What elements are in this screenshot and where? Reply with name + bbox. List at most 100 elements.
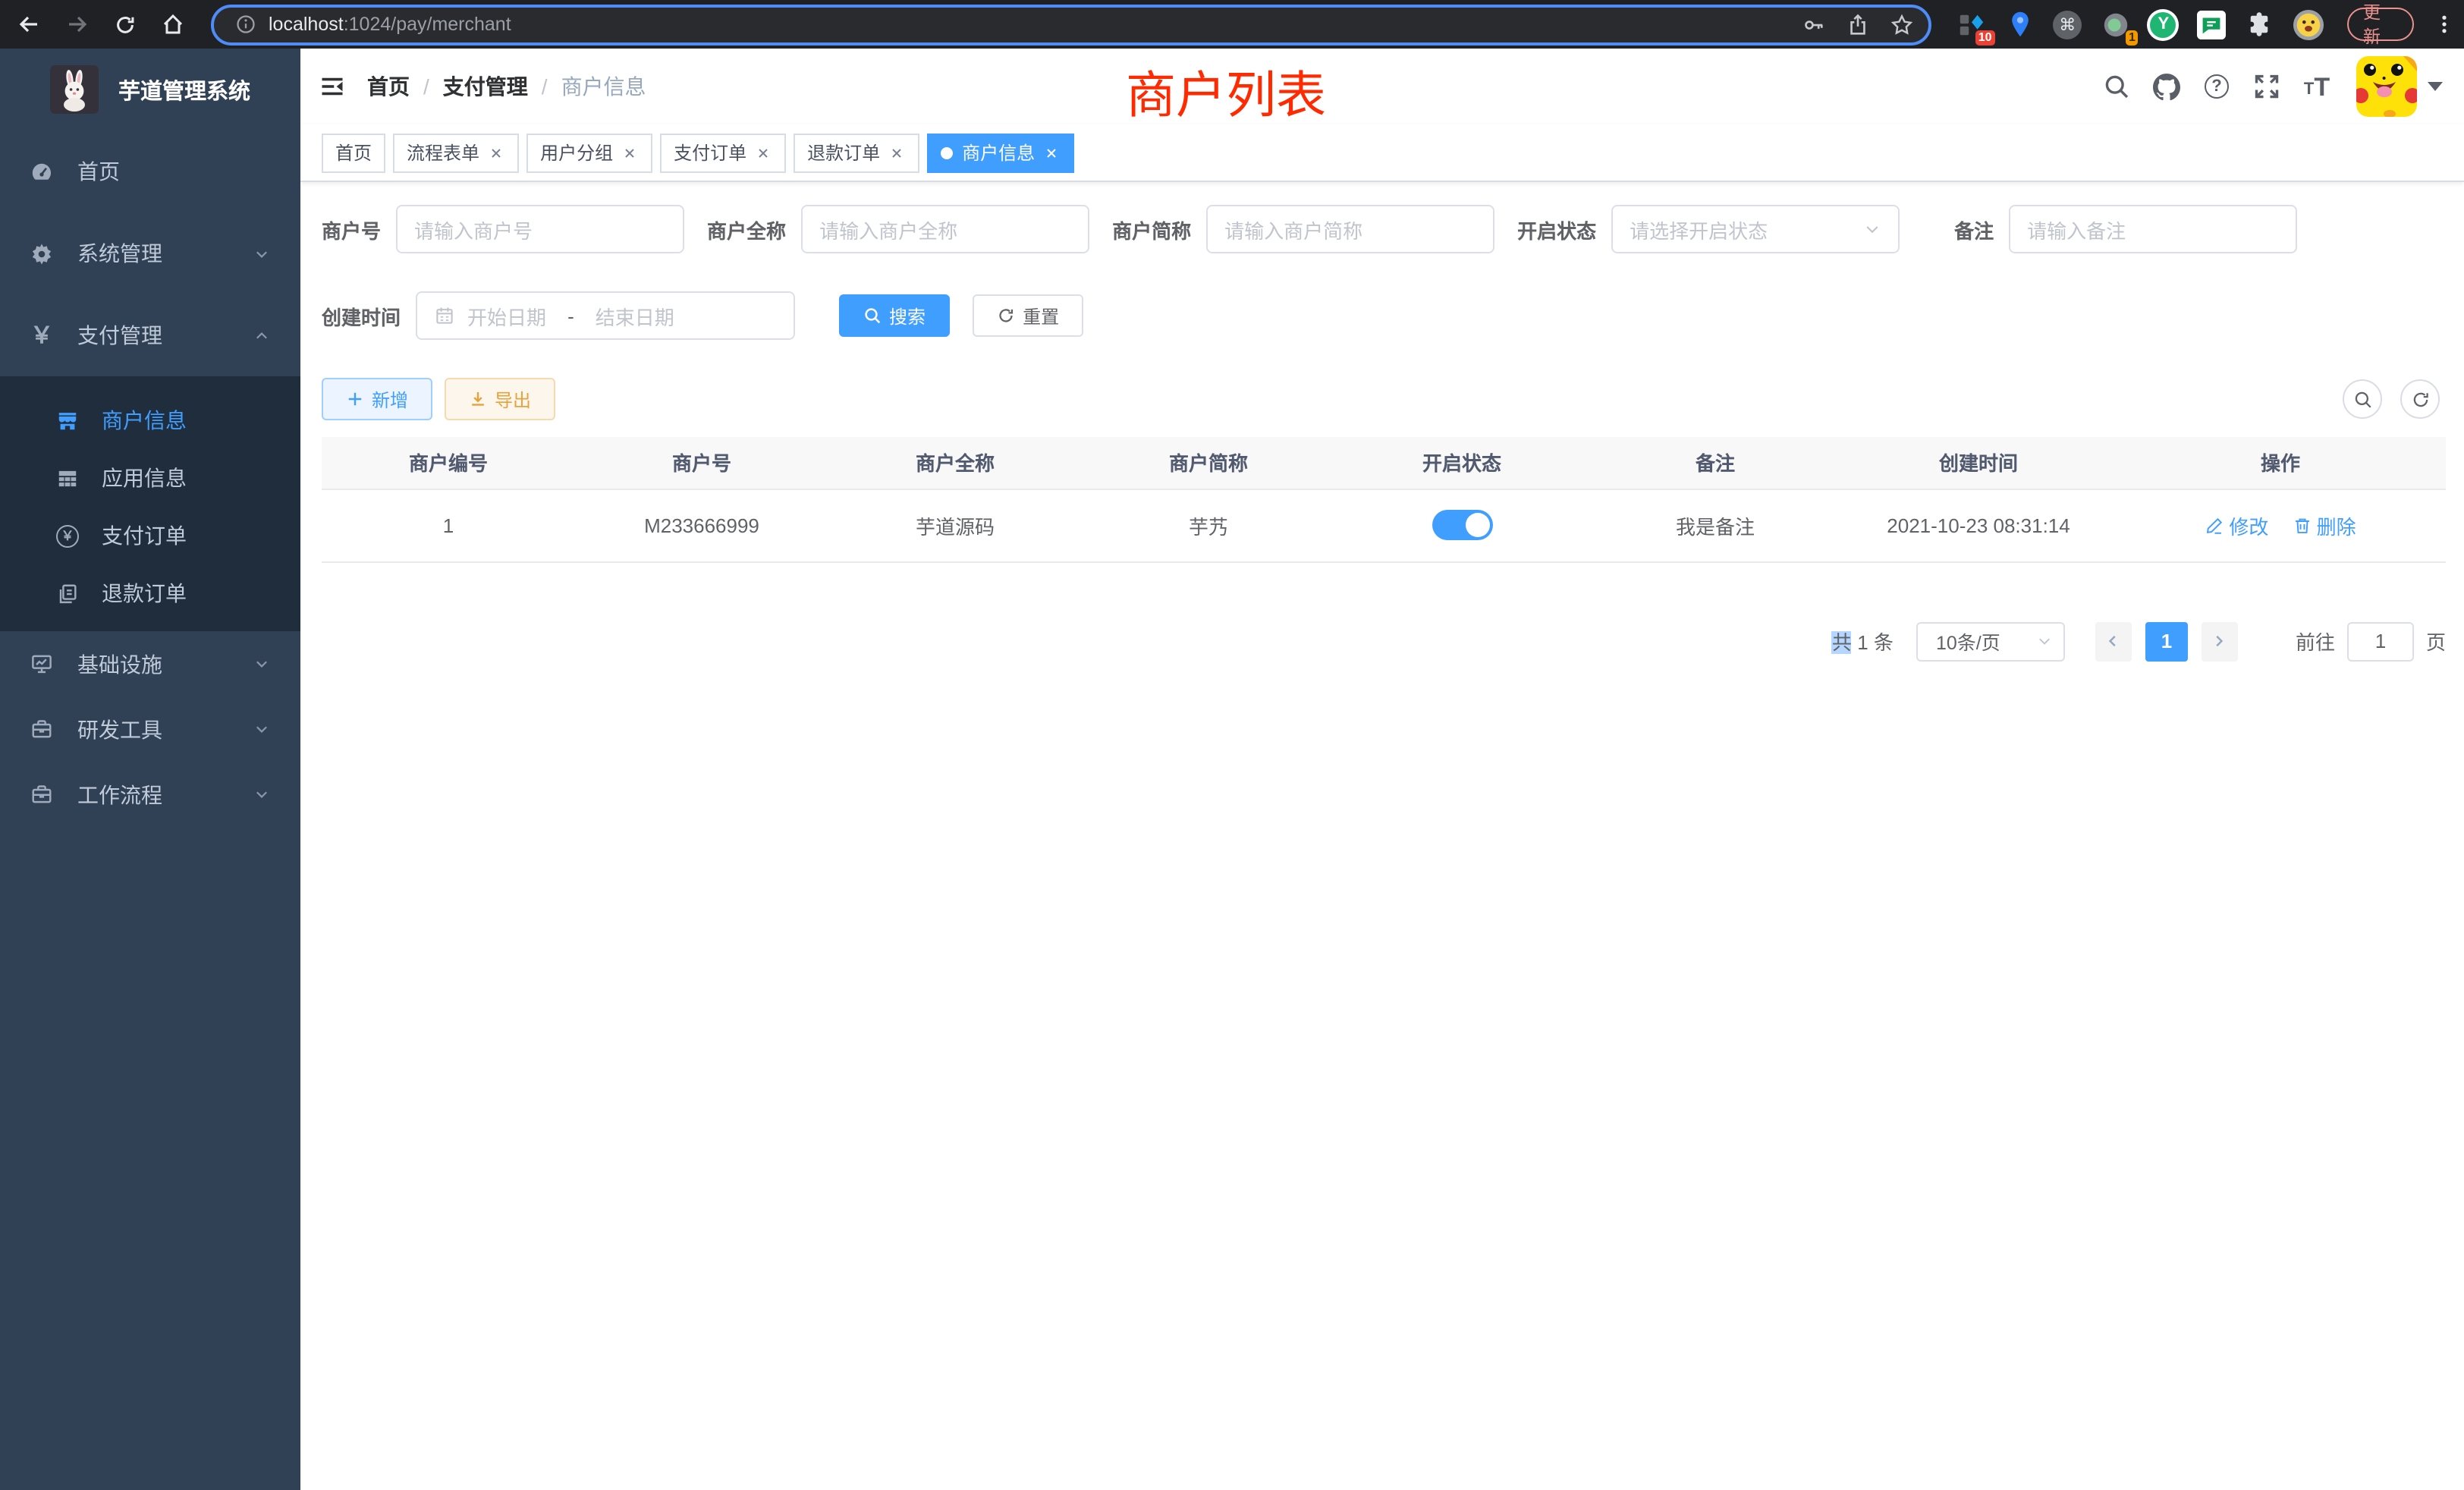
- navbar-actions: ? TT: [2103, 56, 2443, 117]
- export-button[interactable]: 导出: [445, 378, 555, 420]
- cell-actions: 修改 删除: [2115, 489, 2446, 561]
- col-merchant-id: 商户编号: [322, 437, 575, 489]
- tab-refund-order[interactable]: 退款订单: [794, 133, 919, 172]
- browser-back-button[interactable]: [9, 5, 49, 44]
- sidebar-item-infrastructure[interactable]: 基础设施: [0, 631, 300, 696]
- extension-tabs-icon[interactable]: 10: [1956, 8, 1987, 40]
- search-icon[interactable]: [2103, 73, 2130, 100]
- browser-forward-button[interactable]: [58, 5, 97, 44]
- create-time-label: 创建时间: [322, 301, 401, 330]
- sidebar-fold-icon[interactable]: [319, 73, 346, 100]
- browser-home-button[interactable]: [154, 5, 193, 44]
- browser-reload-button[interactable]: [105, 5, 145, 44]
- status-select[interactable]: 请选择开启状态: [1611, 205, 1900, 253]
- sidebar-logo[interactable]: 芋道管理系统: [0, 49, 300, 114]
- share-icon[interactable]: [1846, 13, 1869, 36]
- next-page-button[interactable]: [2202, 621, 2238, 661]
- table-row: 1 M233666999 芋道源码 芋艿 我是备注 2021-10-23 08:…: [322, 489, 2446, 561]
- extension-pin-icon[interactable]: [2004, 8, 2035, 40]
- extension-y-icon[interactable]: Y: [2148, 8, 2180, 40]
- tab-merchant-info[interactable]: 商户信息: [927, 133, 1074, 172]
- extension-recorder-icon[interactable]: 1: [2100, 8, 2131, 40]
- url-bar[interactable]: localhost:1024/pay/merchant: [211, 4, 1931, 45]
- browser-extensions-puzzle-icon[interactable]: [2244, 8, 2275, 40]
- sidebar-item-home[interactable]: 首页: [0, 130, 300, 212]
- forward-icon: [64, 12, 89, 36]
- sidebar-item-app-info[interactable]: 应用信息: [0, 449, 300, 507]
- tab-process-form[interactable]: 流程表单: [393, 133, 519, 172]
- edit-link[interactable]: 修改: [2205, 511, 2268, 539]
- close-icon[interactable]: [487, 143, 505, 162]
- sidebar-item-system[interactable]: 系统管理: [0, 212, 300, 294]
- search-button[interactable]: 搜索: [839, 294, 950, 337]
- tab-user-group[interactable]: 用户分组: [526, 133, 652, 172]
- col-actions: 操作: [2115, 437, 2446, 489]
- sidebar-item-label: 首页: [77, 156, 120, 187]
- breadcrumb-payment[interactable]: 支付管理: [443, 71, 528, 102]
- browser-profile-avatar[interactable]: [2292, 8, 2324, 40]
- full-name-input[interactable]: 请输入商户全称: [801, 205, 1089, 253]
- page-body: 商户号 请输入商户号 商户全称 请输入商户全称 商户简称 请输入商户简称 开启状…: [300, 182, 2464, 661]
- pagination-total: 共 1 条: [1832, 627, 1894, 655]
- sidebar-item-label: 工作流程: [77, 779, 162, 809]
- extension-badge: 1: [2126, 30, 2139, 45]
- cell-merchant-no: M233666999: [575, 489, 828, 561]
- remark-input[interactable]: 请输入备注: [2009, 205, 2297, 253]
- toggle-search-button[interactable]: [2343, 379, 2382, 419]
- bookmark-star-icon[interactable]: [1890, 13, 1913, 36]
- delete-link[interactable]: 删除: [2293, 511, 2356, 539]
- sidebar-item-workflow[interactable]: 工作流程: [0, 762, 300, 827]
- refresh-table-button[interactable]: [2400, 379, 2440, 419]
- sidebar-item-payment[interactable]: ￥ 支付管理: [0, 294, 300, 376]
- goto-page-input[interactable]: 1: [2347, 621, 2414, 661]
- create-time-range-picker[interactable]: 开始日期 - 结束日期: [416, 291, 795, 340]
- document-copy-icon: [56, 582, 79, 605]
- extension-chat-icon[interactable]: [2196, 8, 2227, 40]
- shop-icon: [56, 409, 79, 432]
- prev-page-button[interactable]: [2095, 621, 2132, 661]
- reset-button[interactable]: 重置: [973, 294, 1083, 337]
- sidebar-item-refund-order[interactable]: 退款订单: [0, 564, 300, 622]
- chevron-down-icon: [1863, 220, 1881, 238]
- short-name-input[interactable]: 请输入商户简称: [1206, 205, 1494, 253]
- close-icon[interactable]: [621, 143, 639, 162]
- close-icon[interactable]: [1042, 143, 1061, 162]
- user-avatar-menu[interactable]: [2356, 56, 2443, 117]
- cell-short-name: 芋艿: [1082, 489, 1335, 561]
- col-create-time: 创建时间: [1842, 437, 2115, 489]
- sidebar-item-merchant-info[interactable]: 商户信息: [0, 391, 300, 449]
- breadcrumb-home[interactable]: 首页: [367, 71, 410, 102]
- fullscreen-icon[interactable]: [2253, 73, 2280, 100]
- help-icon[interactable]: ?: [2203, 73, 2230, 100]
- sidebar-item-dev-tools[interactable]: 研发工具: [0, 696, 300, 762]
- merchant-no-label: 商户号: [322, 215, 381, 244]
- page-number-current[interactable]: 1: [2145, 621, 2188, 661]
- caret-down-icon: [2428, 82, 2443, 91]
- start-date-placeholder: 开始日期: [467, 301, 546, 330]
- date-range-separator: -: [567, 304, 574, 327]
- extension-command-icon[interactable]: ⌘: [2052, 8, 2083, 40]
- sidebar-submenu-payment: 商户信息 应用信息 ￥ 支付订单 退款订单: [0, 376, 300, 631]
- status-toggle[interactable]: [1432, 510, 1492, 540]
- merchant-no-input[interactable]: 请输入商户号: [396, 205, 684, 253]
- page-size-select[interactable]: 10条/页: [1916, 621, 2065, 661]
- pagination: 共 1 条 10条/页 1 前往 1 页: [322, 621, 2446, 661]
- close-icon[interactable]: [888, 143, 906, 162]
- sidebar-item-pay-order[interactable]: ￥ 支付订单: [0, 507, 300, 564]
- close-icon[interactable]: [754, 143, 772, 162]
- page-info-icon[interactable]: [235, 14, 256, 35]
- extensions-area: 10 ⌘ 1 Y 更新: [1956, 8, 2464, 41]
- font-size-icon[interactable]: TT: [2303, 73, 2330, 100]
- col-full-name: 商户全称: [828, 437, 1082, 489]
- password-key-icon[interactable]: [1802, 13, 1825, 36]
- url-path: :1024/pay/merchant: [344, 14, 511, 35]
- add-button[interactable]: 新增: [322, 378, 432, 420]
- cell-create-time: 2021-10-23 08:31:14: [1842, 489, 2115, 561]
- github-icon[interactable]: [2153, 73, 2180, 100]
- browser-menu-icon[interactable]: [2434, 12, 2455, 36]
- tab-home[interactable]: 首页: [322, 133, 385, 172]
- browser-update-button[interactable]: 更新: [2346, 8, 2414, 41]
- tab-pay-order[interactable]: 支付订单: [660, 133, 786, 172]
- yen-circle-icon: ￥: [56, 524, 79, 547]
- calendar-icon: [434, 305, 455, 326]
